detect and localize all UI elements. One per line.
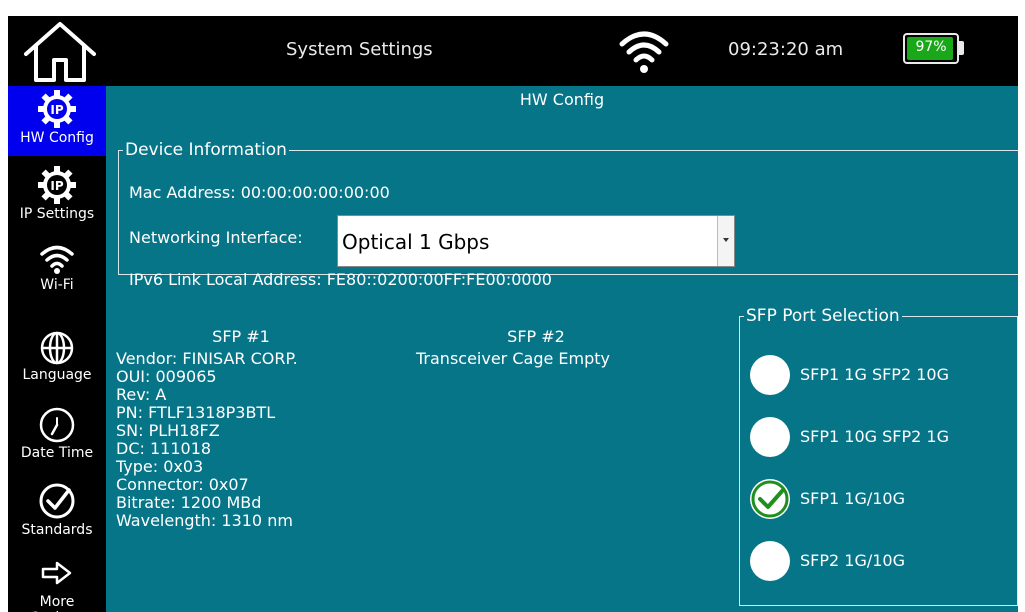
sfp2-status: Transceiver Cage Empty xyxy=(416,349,610,368)
sidebar-item-label: More Options xyxy=(30,594,84,612)
home-icon xyxy=(24,22,96,82)
sfp2-info: SFP #2 Transceiver Cage Empty xyxy=(416,328,656,368)
clock-icon xyxy=(39,407,75,443)
battery-indicator: 97% xyxy=(903,33,959,64)
mac-address: Mac Address: 00:00:00:00:00:00 xyxy=(129,183,390,202)
page-title: System Settings xyxy=(286,39,433,60)
clock: 09:23:20 am xyxy=(728,39,844,60)
radio-button[interactable] xyxy=(750,541,790,581)
sidebar-item-date-time[interactable]: Date Time xyxy=(8,402,106,470)
sfp1-title: SFP #1 xyxy=(212,327,270,346)
port-option-label: SFP1 1G SFP2 10G xyxy=(800,365,949,384)
sfp1-pn: PN: FTLF1318P3BTL xyxy=(116,403,276,422)
device-information-legend: Device Information xyxy=(125,140,287,160)
sidebar-item-label: Standards xyxy=(21,522,93,538)
sidebar-item-wifi[interactable]: Wi-Fi xyxy=(8,236,106,304)
arrow-right-icon xyxy=(41,561,72,585)
networking-interface-value: Optical 1 Gbps xyxy=(342,230,490,254)
sidebar: IP HW Config IP IP Settings Wi-Fi Langua… xyxy=(8,86,106,612)
dropdown-arrow-icon xyxy=(717,216,734,266)
section-title: HW Config xyxy=(519,90,605,109)
sidebar-item-hw-config[interactable]: IP HW Config xyxy=(8,86,106,156)
sfp1-oui: OUI: 009065 xyxy=(116,367,217,386)
sidebar-item-ip-settings[interactable]: IP IP Settings xyxy=(8,161,106,231)
sidebar-item-label: Wi-Fi xyxy=(40,277,74,293)
sidebar-item-label: HW Config xyxy=(20,130,94,146)
sfp1-info: SFP #1 Vendor: FINISAR CORP. OUI: 009065… xyxy=(116,328,366,530)
sfp1-vendor: Vendor: FINISAR CORP. xyxy=(116,349,298,368)
sidebar-item-language[interactable]: Language xyxy=(8,326,106,396)
sfp1-sn: SN: PLH18FZ xyxy=(116,421,220,440)
sidebar-item-standards[interactable]: Standards xyxy=(8,477,106,547)
port-option-label: SFP2 1G/10G xyxy=(800,551,905,570)
home-button[interactable] xyxy=(20,20,100,84)
wifi-status-icon xyxy=(619,31,669,73)
svg-text:IP: IP xyxy=(50,179,63,193)
sfp2-title: SFP #2 xyxy=(507,327,565,346)
ip-gear-icon: IP xyxy=(38,166,76,204)
sidebar-item-label: Date Time xyxy=(20,445,94,461)
radio-button-selected[interactable] xyxy=(750,479,790,519)
sfp1-wavelength: Wavelength: 1310 nm xyxy=(116,511,293,530)
svg-text:IP: IP xyxy=(50,103,63,117)
radio-button[interactable] xyxy=(750,417,790,457)
ip-gear-icon: IP xyxy=(38,90,76,128)
battery-terminal xyxy=(959,41,964,55)
networking-interface-label: Networking Interface: xyxy=(129,228,303,247)
sfp-port-selection-group: SFP Port Selection SFP1 1G SFP2 10G SFP1… xyxy=(739,308,1018,606)
sfp1-dc: DC: 111018 xyxy=(116,439,212,458)
sfp1-type: Type: 0x03 xyxy=(116,457,204,476)
sfp1-bitrate: Bitrate: 1200 MBd xyxy=(116,493,262,512)
sidebar-item-label: IP Settings xyxy=(19,206,95,222)
port-option-label: SFP1 10G SFP2 1G xyxy=(800,427,949,446)
top-bar: System Settings 09:23:20 am 97% xyxy=(8,16,1018,86)
globe-icon xyxy=(40,331,74,365)
sfp-port-selection-legend: SFP Port Selection xyxy=(746,306,900,326)
sfp1-rev: Rev: A xyxy=(116,385,167,404)
radio-button[interactable] xyxy=(750,355,790,395)
networking-interface-select[interactable]: Optical 1 Gbps xyxy=(337,215,735,267)
port-option-label: SFP1 1G/10G xyxy=(800,489,905,508)
battery-percent: 97% xyxy=(915,39,947,55)
sidebar-item-label: Language xyxy=(22,367,92,383)
ipv6-address: IPv6 Link Local Address: FE80::0200:00FF… xyxy=(129,270,552,289)
sfp1-connector: Connector: 0x07 xyxy=(116,475,249,494)
device-information-group: Device Information Mac Address: 00:00:00… xyxy=(118,140,1018,289)
device-screen: System Settings 09:23:20 am 97% IP HW Co… xyxy=(8,16,1018,612)
check-circle-icon xyxy=(39,483,75,519)
sidebar-item-more-options[interactable]: More Options xyxy=(8,556,106,612)
main-panel: HW Config Device Information Mac Address… xyxy=(106,86,1018,612)
wifi-icon xyxy=(40,245,74,274)
check-circle-icon xyxy=(751,480,789,518)
